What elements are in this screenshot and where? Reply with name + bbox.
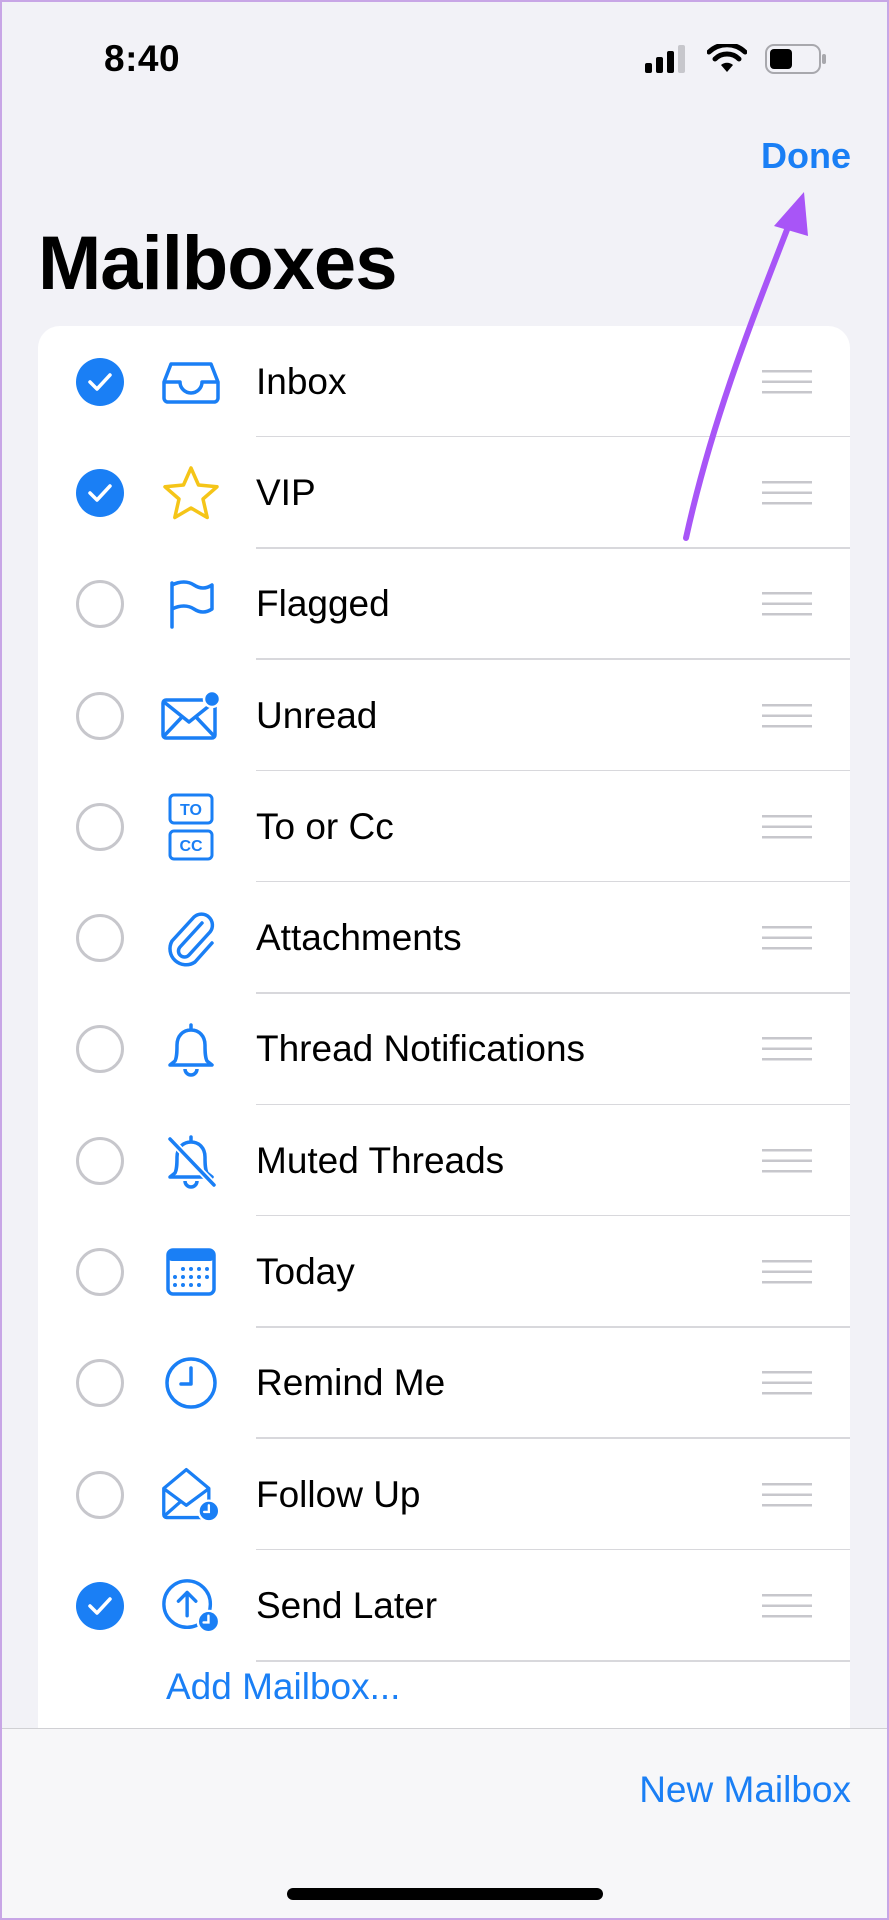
reorder-handle-icon[interactable] bbox=[762, 368, 812, 396]
reorder-handle-icon[interactable] bbox=[762, 479, 812, 507]
mailbox-row-attachments[interactable]: Attachments bbox=[38, 882, 850, 994]
mailbox-label: Unread bbox=[256, 694, 378, 736]
calendar-icon bbox=[160, 1241, 222, 1303]
svg-text:CC: CC bbox=[179, 838, 203, 855]
unchecked-circle-icon[interactable] bbox=[76, 914, 124, 963]
mailbox-label: VIP bbox=[256, 471, 316, 513]
done-button[interactable]: Done bbox=[761, 135, 851, 177]
mailbox-label: Remind Me bbox=[256, 1362, 446, 1404]
page-title: Mailboxes bbox=[38, 221, 397, 306]
checked-circle-icon[interactable] bbox=[76, 1581, 124, 1630]
unchecked-circle-icon[interactable] bbox=[76, 1359, 124, 1408]
flag-icon bbox=[160, 573, 222, 635]
mailbox-row-send-later[interactable]: Send Later bbox=[38, 1550, 850, 1662]
mailbox-label: Follow Up bbox=[256, 1473, 421, 1515]
svg-text:TO: TO bbox=[180, 802, 202, 819]
send-later-icon bbox=[160, 1575, 222, 1637]
unchecked-circle-icon[interactable] bbox=[76, 580, 124, 629]
paperclip-icon bbox=[160, 907, 222, 969]
mailbox-label: Thread Notifications bbox=[256, 1028, 586, 1070]
reorder-handle-icon[interactable] bbox=[762, 1147, 812, 1175]
unchecked-circle-icon[interactable] bbox=[76, 691, 124, 740]
reorder-handle-icon[interactable] bbox=[762, 1481, 812, 1509]
mailbox-label: Attachments bbox=[256, 917, 462, 959]
mailbox-row-thread-notifications[interactable]: Thread Notifications bbox=[38, 994, 850, 1106]
reorder-handle-icon[interactable] bbox=[762, 813, 812, 841]
mailbox-label: Muted Threads bbox=[256, 1139, 505, 1181]
status-bar: 8:40 bbox=[0, 0, 889, 120]
mailbox-label: Inbox bbox=[256, 360, 347, 402]
reorder-handle-icon[interactable] bbox=[762, 590, 812, 618]
add-mailbox-link[interactable]: Add Mailbox... bbox=[166, 1666, 400, 1708]
row-separator bbox=[256, 1660, 850, 1662]
star-icon bbox=[160, 462, 222, 524]
unchecked-circle-icon[interactable] bbox=[76, 1136, 124, 1185]
inbox-tray-icon bbox=[160, 351, 222, 413]
reorder-handle-icon[interactable] bbox=[762, 702, 812, 730]
reorder-handle-icon[interactable] bbox=[762, 1035, 812, 1063]
mailbox-row-to-or-cc[interactable]: TO CC To or Cc bbox=[38, 771, 850, 883]
mailboxes-list: Inbox VIP Flagged Unread TO CC To or Cc … bbox=[38, 326, 850, 1756]
mailbox-row-remind-me[interactable]: Remind Me bbox=[38, 1328, 850, 1439]
reorder-handle-icon[interactable] bbox=[762, 1369, 812, 1397]
status-time: 8:40 bbox=[104, 38, 181, 79]
mailbox-row-vip[interactable]: VIP bbox=[38, 437, 850, 549]
bell-slash-icon bbox=[160, 1130, 222, 1192]
mailbox-row-muted-threads[interactable]: Muted Threads bbox=[38, 1105, 850, 1217]
envelope-clock-icon bbox=[160, 1464, 222, 1526]
unchecked-circle-icon[interactable] bbox=[76, 1470, 124, 1519]
mailbox-label: Flagged bbox=[256, 583, 390, 625]
unchecked-circle-icon[interactable] bbox=[76, 1025, 124, 1074]
mailbox-row-inbox[interactable]: Inbox bbox=[38, 326, 850, 438]
mailbox-row-flagged[interactable]: Flagged bbox=[38, 549, 850, 660]
mailbox-label: To or Cc bbox=[256, 805, 394, 847]
mailbox-row-today[interactable]: Today bbox=[38, 1216, 850, 1328]
unread-envelope-icon bbox=[160, 685, 222, 747]
mailbox-label: Today bbox=[256, 1251, 355, 1293]
reorder-handle-icon[interactable] bbox=[762, 1592, 812, 1620]
clock-icon bbox=[160, 1352, 222, 1414]
unchecked-circle-icon[interactable] bbox=[76, 1248, 124, 1297]
mailbox-row-unread[interactable]: Unread bbox=[38, 660, 850, 772]
mailbox-row-follow-up[interactable]: Follow Up bbox=[38, 1439, 850, 1551]
wifi-icon bbox=[707, 44, 747, 72]
unchecked-circle-icon[interactable] bbox=[76, 802, 124, 851]
home-indicator bbox=[287, 1888, 603, 1900]
checked-circle-icon[interactable] bbox=[76, 357, 124, 406]
checked-circle-icon[interactable] bbox=[76, 468, 124, 517]
new-mailbox-button[interactable]: New Mailbox bbox=[639, 1769, 851, 1811]
cellular-signal-icon bbox=[645, 45, 685, 73]
reorder-handle-icon[interactable] bbox=[762, 1258, 812, 1286]
mailbox-label: Send Later bbox=[256, 1584, 438, 1626]
reorder-handle-icon[interactable] bbox=[762, 924, 812, 952]
battery-icon bbox=[765, 44, 826, 74]
bell-icon bbox=[160, 1018, 222, 1080]
to-cc-icon: TO CC bbox=[160, 793, 222, 861]
status-icons bbox=[645, 44, 827, 74]
